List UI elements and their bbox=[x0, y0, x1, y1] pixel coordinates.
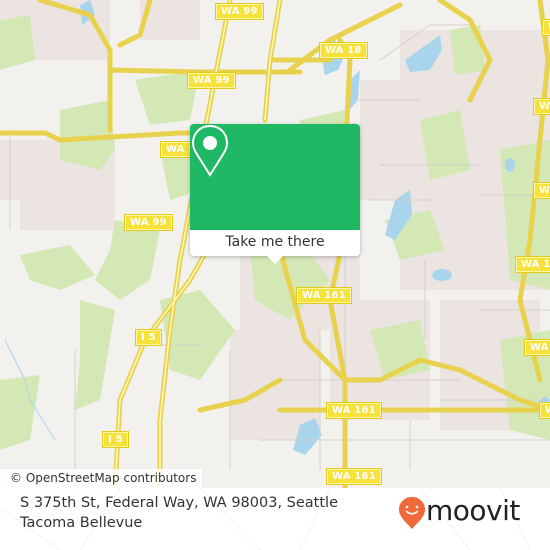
route-shield: WA 99 bbox=[124, 214, 173, 231]
route-shield: I 5 bbox=[135, 329, 162, 346]
popup-header[interactable] bbox=[190, 124, 360, 230]
route-shield: WA 161 bbox=[296, 287, 352, 304]
footer: S 375th St, Federal Way, WA 98003, Seatt… bbox=[0, 488, 550, 550]
moovit-pin-icon bbox=[399, 497, 425, 529]
route-shield: WA bbox=[524, 339, 550, 356]
route-shield: WA 161 bbox=[326, 468, 382, 485]
route-shield: WA bbox=[533, 182, 550, 199]
route-shield: WA 161 bbox=[515, 256, 550, 273]
map-pin-icon bbox=[191, 124, 229, 177]
route-shield: WA bbox=[542, 19, 550, 36]
route-shield: WA 99 bbox=[215, 3, 264, 20]
route-shield: WA 161 bbox=[326, 402, 382, 419]
moovit-logo[interactable]: moovit bbox=[398, 494, 538, 532]
moovit-wordmark: moovit bbox=[426, 494, 520, 527]
popup-pointer bbox=[266, 255, 284, 264]
route-shield: WA 18 bbox=[319, 42, 368, 59]
map-view[interactable]: WA 99 WA 18 WA 99 WA 99 WA 99 WA 99 WA 1… bbox=[0, 0, 550, 488]
location-address: S 375th St, Federal Way, WA 98003, Seatt… bbox=[20, 495, 339, 531]
take-me-there-popup[interactable]: Take me there bbox=[190, 124, 360, 264]
route-shield: I 5 bbox=[102, 431, 129, 448]
map-attribution[interactable]: © OpenStreetMap contributors bbox=[0, 469, 203, 488]
take-me-there-button[interactable]: Take me there bbox=[190, 230, 360, 256]
route-shield: WA bbox=[539, 402, 550, 419]
route-shield: WA 99 bbox=[187, 72, 236, 89]
route-shield: WA bbox=[533, 98, 550, 115]
